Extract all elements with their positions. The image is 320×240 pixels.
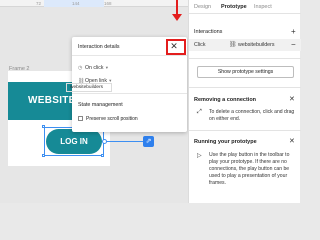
arrow-head-icon — [172, 14, 182, 21]
divider — [189, 130, 301, 131]
plus-icon[interactable]: + — [291, 28, 296, 36]
minus-icon[interactable]: − — [291, 41, 296, 49]
divider — [72, 55, 187, 56]
divider — [189, 58, 301, 59]
trigger-label: On click — [85, 65, 104, 71]
tip-title-removing: Removing a connection — [194, 97, 257, 103]
interaction-row[interactable]: Click ⛓ websitebuilders — [189, 39, 301, 51]
top-ruler: 72 144 168 — [0, 0, 188, 7]
trigger-select[interactable]: ◷ On click ▾ — [78, 65, 108, 71]
close-icon[interactable]: ✕ — [289, 96, 295, 103]
panel-tabs: Design Prototype Inspect — [189, 0, 301, 14]
show-prototype-settings-button[interactable]: Show prototype settings — [197, 66, 294, 78]
banner-text: WEBSITE — [28, 95, 76, 106]
prototype-connection-line[interactable] — [104, 141, 144, 142]
link-icon[interactable]: ⇗ — [143, 136, 154, 147]
interaction-destination: websitebuilders — [238, 42, 275, 48]
tab-design[interactable]: Design — [194, 4, 211, 10]
preserve-scroll-label: Preserve scroll position — [86, 116, 138, 122]
connection-node[interactable] — [102, 139, 107, 144]
ruler-tick: 144 — [72, 1, 80, 6]
highlight-box — [166, 39, 186, 55]
checkbox-icon[interactable] — [78, 116, 83, 121]
resize-handle[interactable] — [42, 125, 45, 128]
resize-handle[interactable] — [42, 154, 45, 157]
properties-panel: Design Prototype Inspect Interactions + … — [188, 0, 301, 203]
login-button[interactable]: LOG IN — [46, 129, 102, 154]
interaction-trigger: Click — [194, 42, 206, 48]
state-management-heading: State management — [78, 102, 123, 108]
ruler-tick: 72 — [36, 1, 42, 6]
resize-handle[interactable] — [101, 154, 104, 157]
divider — [189, 87, 301, 88]
divider — [72, 93, 187, 94]
ruler-tick: 168 — [104, 1, 112, 6]
tab-prototype[interactable]: Prototype — [221, 4, 247, 10]
drag-icon: ⤢ — [197, 109, 202, 115]
url-input[interactable]: websitebuilders — [66, 83, 112, 92]
tip-text-removing: To delete a connection, click and drag o… — [209, 109, 295, 122]
clock-icon: ◷ — [78, 65, 83, 71]
chevron-down-icon: ▾ — [104, 65, 108, 70]
close-icon[interactable]: ✕ — [289, 138, 295, 145]
tip-title-running: Running your prototype — [194, 139, 257, 145]
arrow-icon — [176, 0, 178, 15]
dialog-title: Interaction details — [78, 44, 120, 50]
link-icon: ⛓ — [229, 42, 237, 48]
preserve-scroll-checkbox[interactable]: Preserve scroll position — [78, 116, 138, 122]
play-icon: ▷ — [197, 153, 202, 159]
tip-text-running: Use the play button in the toolbar to pl… — [209, 152, 290, 186]
interactions-heading: Interactions — [194, 29, 223, 35]
tab-inspect[interactable]: Inspect — [254, 4, 272, 10]
